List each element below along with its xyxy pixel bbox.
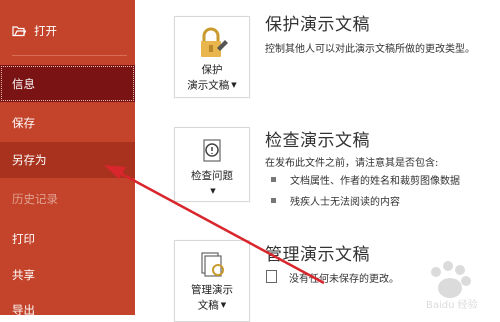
watermark-text: Baidu 经验 <box>426 298 478 310</box>
baidu-watermark-logo: Baidu 经验 <box>426 261 478 310</box>
